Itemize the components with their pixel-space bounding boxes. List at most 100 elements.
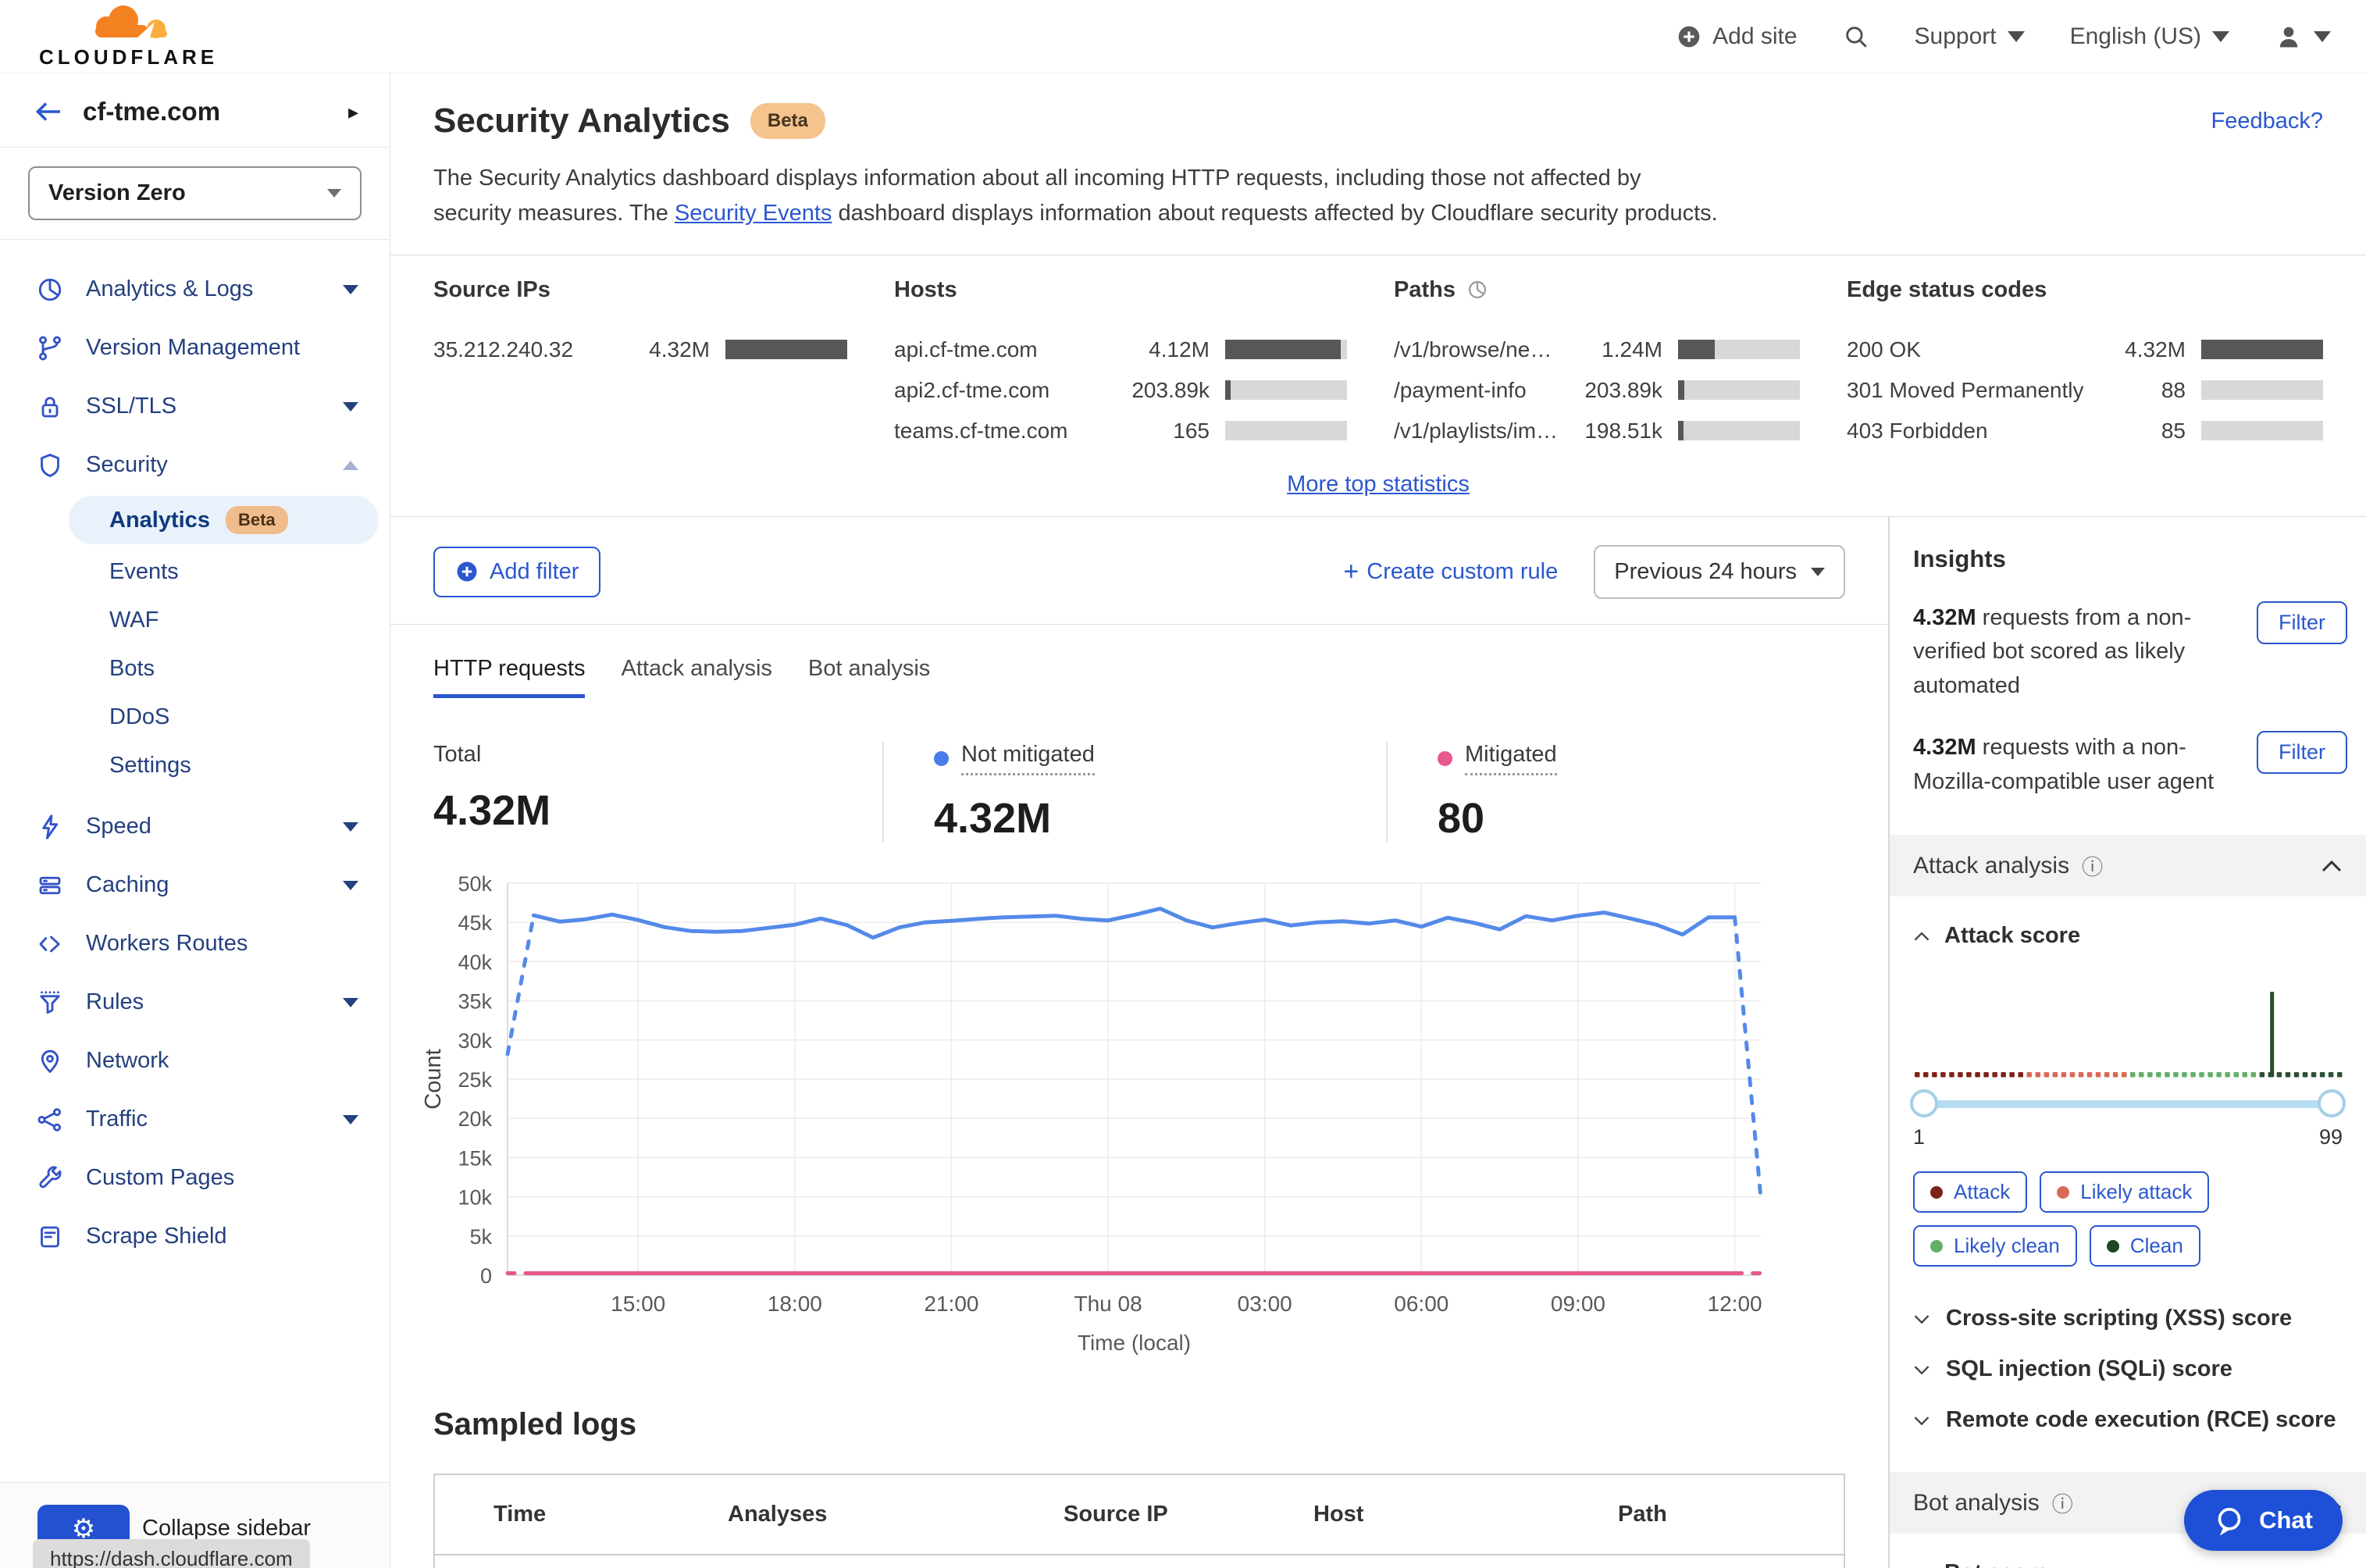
stat-row[interactable]: /v1/playlists/images 198.51k xyxy=(1394,411,1800,451)
sidebar-item-custom-pages[interactable]: Custom Pages xyxy=(0,1149,390,1207)
sidebar-subitem-ddos[interactable]: DDoS xyxy=(0,693,390,741)
sidebar-subitem-waf[interactable]: WAF xyxy=(0,596,390,644)
stat-row[interactable]: /payment-info 203.89k xyxy=(1394,370,1800,411)
back-arrow-icon[interactable] xyxy=(34,100,62,123)
language-menu[interactable]: English (US) xyxy=(2070,23,2229,50)
collapsed-section-cross-site-scripting-xss-score[interactable]: Cross-site scripting (XSS) score xyxy=(1890,1293,2366,1344)
sidebar-item-label: Version Management xyxy=(86,335,301,360)
stat-row[interactable]: /v1/browse/new-releases 1.24M xyxy=(1394,330,1800,370)
stat-label: /v1/playlists/images xyxy=(1394,418,1565,443)
chevron-down-icon xyxy=(2212,30,2229,42)
chevron-down-icon xyxy=(343,1114,358,1124)
legend-pill-likely-clean[interactable]: Likely clean xyxy=(1913,1225,2077,1267)
sidebar-subitem-analytics[interactable]: Analytics Beta xyxy=(69,496,379,544)
sidebar-item-scrape-shield[interactable]: Scrape Shield xyxy=(0,1207,390,1266)
sidebar-item-label: Analytics & Logs xyxy=(86,276,254,301)
sidebar-subitem-settings[interactable]: Settings xyxy=(0,741,390,789)
expand-row-icon[interactable] xyxy=(435,1556,494,1568)
attack-score-toggle[interactable]: Attack score xyxy=(1890,896,2366,949)
shield-icon xyxy=(41,453,59,477)
insight-filter-button[interactable]: Filter xyxy=(2257,600,2347,644)
stat-bar xyxy=(2201,421,2323,441)
attack-score-histogram xyxy=(1915,992,2343,1078)
search-button[interactable] xyxy=(1843,23,1869,50)
sidebar-item-analytics-logs[interactable]: Analytics & Logs xyxy=(0,260,390,319)
feedback-link[interactable]: Feedback? xyxy=(2211,109,2324,134)
site-expand-icon[interactable]: ▸ xyxy=(348,100,358,124)
insight-item: 4.32M requests with a non-Mozilla-compat… xyxy=(1890,731,2366,799)
sidebar-item-version-management[interactable]: Version Management xyxy=(0,319,390,377)
legend-pill-clean[interactable]: Clean xyxy=(2089,1225,2200,1267)
stat-label: api.cf-tme.com xyxy=(894,337,1038,362)
security-events-link[interactable]: Security Events xyxy=(675,201,832,226)
stat-row[interactable]: 35.212.240.32 4.32M xyxy=(433,330,847,370)
sidebar-item-security[interactable]: Security xyxy=(0,436,390,494)
sidebar-item-workers-routes[interactable]: Workers Routes xyxy=(0,914,390,973)
stat-row[interactable]: 403 Forbidden 85 xyxy=(1847,411,2323,451)
sidebar-bottom: ⚙ Collapse sidebar https://dash.cloudfla… xyxy=(0,1482,390,1568)
pin-icon xyxy=(41,1049,59,1073)
sidebar-item-rules[interactable]: Rules xyxy=(0,973,390,1032)
requests-chart: 0 5k 10k 15k 20k 25k 30k 35k 40k 45k 50k 15:00 18:00… xyxy=(390,843,1888,1373)
legend-pill-attack[interactable]: Attack xyxy=(1913,1171,2028,1213)
more-top-statistics-link[interactable]: More top statistics xyxy=(390,459,2366,516)
server-icon xyxy=(39,876,61,894)
stat-row[interactable]: api.cf-tme.com 4.12M xyxy=(894,330,1347,370)
svg-text:35k: 35k xyxy=(458,989,492,1013)
slider-handle-max[interactable] xyxy=(2318,1089,2346,1118)
sidebar-subitem-bots[interactable]: Bots xyxy=(0,644,390,693)
create-custom-rule-link[interactable]: + Create custom rule xyxy=(1343,557,1558,587)
stat-bar xyxy=(1225,421,1347,441)
time-range-dropdown[interactable]: Previous 24 hours xyxy=(1594,544,1845,599)
sidebar-item-ssl-tls[interactable]: SSL/TLS xyxy=(0,377,390,436)
log-analyses: CleanAutomated xyxy=(728,1556,1064,1568)
stat-value: 203.89k xyxy=(1584,377,1662,402)
svg-text:5k: 5k xyxy=(469,1225,492,1249)
site-header: cf-tme.com ▸ xyxy=(0,73,390,148)
total-label[interactable]: Mitigated xyxy=(1465,742,1557,775)
sidebar-item-traffic[interactable]: Traffic xyxy=(0,1090,390,1149)
tab-attack-analysis[interactable]: Attack analysis xyxy=(621,656,771,698)
stat-row[interactable]: 200 OK 4.32M xyxy=(1847,330,2323,370)
support-menu[interactable]: Support xyxy=(1915,23,2025,50)
stat-bar xyxy=(725,340,847,360)
collapsed-section-remote-code-execution-rce-score[interactable]: Remote code execution (RCE) score xyxy=(1890,1395,2366,1445)
chevron-up-icon xyxy=(1914,932,1930,941)
sidebar-item-caching[interactable]: Caching xyxy=(0,856,390,914)
stat-row[interactable]: 301 Moved Permanently 88 xyxy=(1847,370,2323,411)
legend-dot-icon xyxy=(1930,1239,1943,1253)
chevron-down-icon xyxy=(327,189,341,198)
legend-pill-likely-attack[interactable]: Likely attack xyxy=(2040,1171,2210,1213)
add-filter-button[interactable]: Add filter xyxy=(433,546,601,597)
stat-row[interactable]: api2.cf-tme.com 203.89k xyxy=(894,370,1347,411)
stat-row[interactable]: teams.cf-tme.com 165 xyxy=(894,411,1347,451)
sidebar-subitem-label: WAF xyxy=(109,607,159,633)
insight-filter-button[interactable]: Filter xyxy=(2257,731,2347,775)
total-label[interactable]: Not mitigated xyxy=(961,742,1095,775)
attack-analysis-header[interactable]: Attack analysis ⓘ xyxy=(1890,835,2366,897)
sidebar-subitem-label: Events xyxy=(109,558,179,584)
stat-value: 4.32M xyxy=(2125,337,2186,362)
slider-handle-min[interactable] xyxy=(1910,1089,1938,1118)
collapse-sidebar-button[interactable]: Collapse sidebar xyxy=(142,1516,311,1541)
log-column-source-ip: Source IP xyxy=(1064,1501,1168,1527)
stat-bar xyxy=(1678,380,1800,401)
collapsed-section-sql-injection-sqli-score[interactable]: SQL injection (SQLi) score xyxy=(1890,1344,2366,1395)
tab-http-requests[interactable]: HTTP requests xyxy=(433,656,586,698)
document-icon xyxy=(41,1226,59,1247)
chevron-down-icon xyxy=(1914,1417,1930,1426)
sidebar-item-speed[interactable]: Speed xyxy=(0,797,390,856)
cloudflare-logo[interactable]: CLOUDFLARE xyxy=(39,3,218,69)
chat-button[interactable]: Chat xyxy=(2184,1490,2343,1551)
stat-value: 88 xyxy=(2161,377,2186,402)
stat-label: 301 Moved Permanently xyxy=(1847,377,2084,402)
stat-value: 165 xyxy=(1173,418,1210,443)
account-menu[interactable] xyxy=(2275,23,2331,51)
chevron-down-icon xyxy=(343,880,358,890)
add-site-button[interactable]: Add site xyxy=(1677,23,1798,50)
tab-bot-analysis[interactable]: Bot analysis xyxy=(808,656,930,698)
version-selector[interactable]: Version Zero xyxy=(28,166,362,220)
beta-badge: Beta xyxy=(750,103,825,139)
sidebar-subitem-events[interactable]: Events xyxy=(0,547,390,596)
sidebar-item-network[interactable]: Network xyxy=(0,1032,390,1090)
